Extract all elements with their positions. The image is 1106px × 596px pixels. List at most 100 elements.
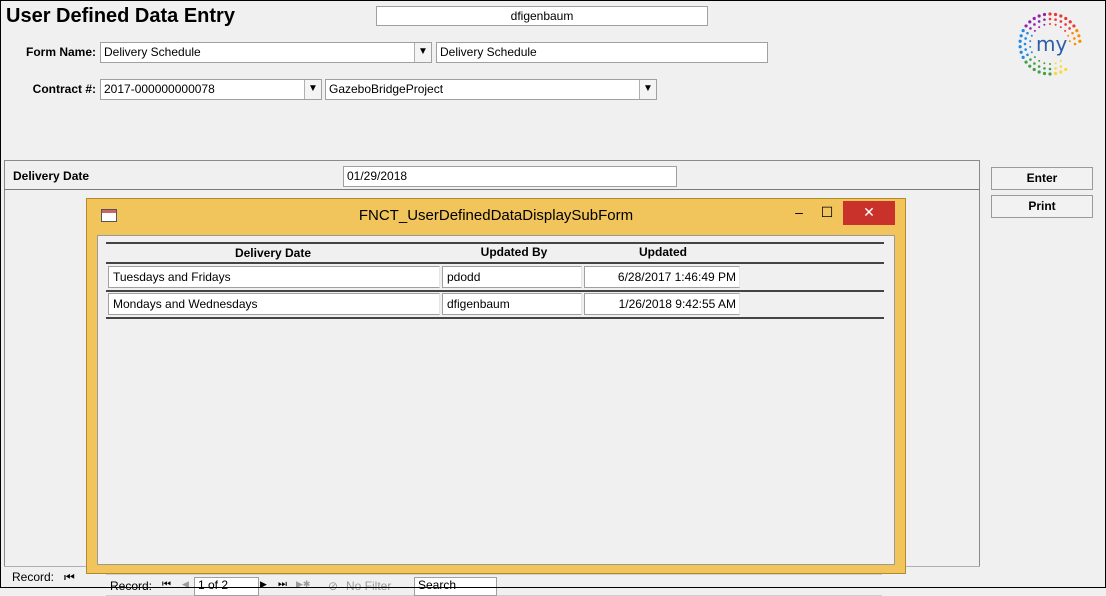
logo-dot	[1075, 29, 1079, 33]
project-value: GazeboBridgeProject	[329, 82, 444, 96]
logo-dot	[1033, 62, 1036, 65]
chevron-down-icon[interactable]: ▼	[304, 80, 321, 99]
form-name-combo[interactable]: Delivery Schedule ▼	[100, 42, 432, 63]
logo-dot	[1042, 12, 1047, 17]
logo-dot	[1078, 39, 1082, 43]
logo-dot	[1059, 26, 1062, 29]
first-record-icon[interactable]: ⏮	[64, 570, 75, 585]
column-header-delivery-date: Delivery Date	[234, 246, 312, 260]
logo-dot	[1068, 40, 1071, 43]
logo-dot	[1054, 18, 1057, 21]
logo-dot	[1018, 45, 1022, 49]
record-label: Record:	[110, 579, 153, 593]
logo-dot	[1068, 20, 1072, 24]
project-combo[interactable]: GazeboBridgeProject ▼	[325, 79, 657, 100]
logo-dot	[1054, 67, 1057, 70]
logo-dot	[1029, 58, 1032, 61]
logo-dot	[1024, 24, 1028, 28]
logo-dot	[1049, 63, 1051, 65]
logo-dot	[1073, 37, 1076, 40]
contract-value: 2017-000000000078	[104, 82, 215, 96]
logo-dot	[1030, 51, 1033, 54]
current-user-field[interactable]: dfigenbaum	[376, 6, 708, 26]
form-name-label: Form Name:	[25, 45, 96, 59]
logo-dot	[1077, 34, 1081, 38]
logo-dot	[1038, 26, 1041, 29]
logo-dot	[1059, 14, 1063, 18]
filter-icon[interactable]: ⊘	[328, 579, 338, 593]
logo-dot	[1059, 70, 1063, 74]
cell-updated[interactable]: 1/26/2018 9:42:55 AM	[584, 293, 740, 315]
next-record-icon[interactable]: ▶	[260, 579, 267, 590]
logo-dot	[1028, 64, 1032, 68]
logo-dot	[1037, 20, 1041, 23]
subform-caption: FNCT_UserDefinedDataDisplaySubForm	[358, 207, 634, 224]
logo-dot	[1059, 59, 1062, 62]
enter-button[interactable]: Enter	[991, 167, 1093, 190]
last-record-icon[interactable]: ⏭	[278, 579, 287, 590]
form-name-description[interactable]: Delivery Schedule	[436, 42, 768, 63]
row-divider	[106, 290, 884, 292]
cell-updated[interactable]: 6/28/2017 1:46:49 PM	[584, 266, 740, 288]
logo-dot	[1038, 59, 1041, 62]
new-record-icon[interactable]: ▶✱	[296, 579, 310, 590]
logo-dot	[1024, 48, 1027, 51]
logo-dot	[1068, 27, 1071, 30]
logo-dot	[1030, 34, 1033, 37]
subform-window: FNCT_UserDefinedDataDisplaySubForm – ☐ ✕…	[86, 198, 906, 596]
header-divider	[106, 262, 884, 264]
logo-dot	[1043, 18, 1046, 21]
minimize-icon[interactable]: –	[787, 201, 811, 225]
print-button[interactable]: Print	[991, 195, 1093, 218]
logo-dot	[1024, 60, 1028, 64]
previous-record-icon[interactable]: ◀	[182, 579, 189, 590]
subform-record-nav: Record: ⏮ ◀ 1 of 2 ▶ ⏭ ▶✱ ⊘ No Filter Se…	[106, 574, 882, 596]
logo-dot	[1072, 24, 1076, 28]
logo-dot	[1054, 23, 1057, 26]
app-logo: my	[1014, 8, 1086, 80]
logo-dot	[1026, 31, 1029, 35]
logo-dot	[1037, 65, 1041, 68]
contract-combo[interactable]: 2017-000000000078 ▼	[100, 79, 322, 100]
logo-dot	[1043, 23, 1046, 26]
chevron-down-icon[interactable]: ▼	[414, 43, 431, 62]
first-record-icon[interactable]: ⏮	[162, 579, 171, 590]
cell-updated-by[interactable]: dfigenbaum	[442, 293, 582, 315]
logo-dot	[1053, 71, 1058, 76]
page-title: User Defined Data Entry	[6, 5, 235, 27]
logo-dot	[1032, 67, 1036, 72]
logo-dot	[1021, 55, 1025, 59]
maximize-icon[interactable]: ☐	[815, 201, 839, 225]
logo-dot	[1048, 72, 1052, 76]
logo-dot	[1059, 65, 1063, 68]
logo-dot	[1048, 12, 1052, 16]
cell-delivery-date[interactable]: Tuesdays and Fridays	[108, 266, 440, 288]
chevron-down-icon[interactable]: ▼	[639, 80, 656, 99]
row-divider	[106, 317, 884, 319]
logo-dot	[1054, 62, 1057, 65]
logo-dot	[1043, 67, 1046, 70]
subform-client: Delivery Date Updated By Updated Tuesday…	[97, 235, 895, 596]
column-header-updated-by: Updated By	[480, 245, 548, 259]
logo-dot	[1059, 20, 1063, 23]
logo-dot	[1019, 50, 1023, 54]
logo-dot	[1073, 42, 1077, 46]
logo-dot	[1064, 67, 1068, 72]
cell-updated-by[interactable]: pdodd	[442, 266, 582, 288]
logo-dot	[1033, 23, 1036, 26]
column-header-updated: Updated	[639, 245, 687, 259]
logo-dot	[1021, 29, 1025, 33]
delivery-date-input[interactable]: 01/29/2018	[343, 166, 677, 187]
record-position-input[interactable]: 1 of 2	[194, 577, 259, 596]
search-input[interactable]: Search	[414, 577, 497, 596]
logo-dot	[1037, 14, 1041, 18]
header-divider	[106, 242, 884, 244]
subform-titlebar[interactable]: FNCT_UserDefinedDataDisplaySubForm – ☐ ✕	[87, 199, 905, 233]
logo-dot	[1042, 71, 1047, 76]
logo-dot	[1032, 16, 1036, 21]
logo-dot	[1024, 37, 1027, 40]
no-filter-button[interactable]: No Filter	[346, 579, 391, 593]
close-icon[interactable]: ✕	[843, 201, 895, 225]
cell-delivery-date[interactable]: Mondays and Wednesdays	[108, 293, 440, 315]
logo-dot	[1067, 34, 1070, 37]
